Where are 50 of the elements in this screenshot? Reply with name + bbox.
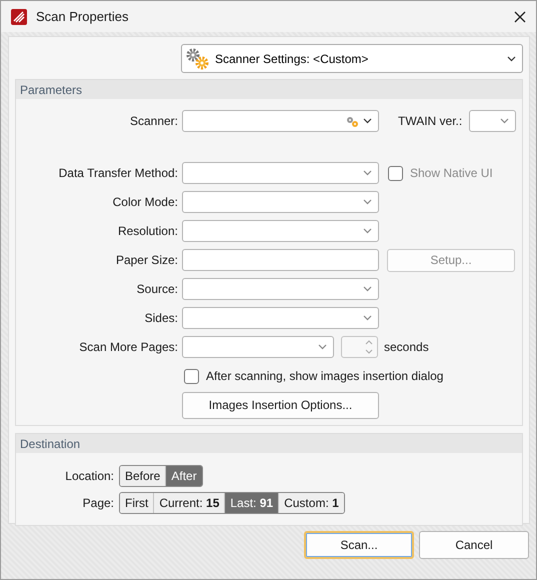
- segment-option[interactable]: After: [166, 466, 202, 486]
- dialog-button[interactable]: Cancel: [419, 531, 529, 559]
- dropdown[interactable]: [182, 162, 379, 184]
- field-label: Color Mode:: [112, 195, 178, 209]
- field-label: Data Transfer Method:: [58, 166, 178, 180]
- spinner-arrows-icon: [365, 339, 373, 355]
- segment-option[interactable]: Before: [120, 466, 166, 486]
- field-label: Scanner:: [128, 114, 178, 128]
- dropdown[interactable]: [182, 336, 334, 358]
- window-title: Scan Properties: [36, 9, 130, 24]
- caret-icon: [318, 344, 327, 350]
- gears-icon: [185, 46, 211, 70]
- images-insertion-options-button[interactable]: Images Insertion Options...: [182, 392, 379, 418]
- close-icon[interactable]: [514, 10, 526, 22]
- section-title: Parameters: [20, 82, 82, 96]
- field-label: Location:: [65, 469, 114, 483]
- field-label: Resolution:: [116, 224, 178, 238]
- field-label: Sides:: [144, 311, 178, 325]
- caret-icon: [363, 199, 372, 205]
- field-label: Page:: [82, 496, 114, 510]
- caret-icon: [363, 286, 372, 292]
- scanner-settings-dropdown[interactable]: Scanner Settings: <Custom>: [181, 44, 523, 73]
- caret-icon: [363, 315, 372, 321]
- gears-icon: [345, 114, 359, 128]
- caret-icon: [363, 228, 372, 234]
- caret-icon: [363, 170, 372, 176]
- checkbox-label: After scanning, show images insertion dialog: [206, 369, 444, 383]
- dropdown[interactable]: [182, 278, 379, 300]
- section-title: Destination: [20, 436, 80, 450]
- scanner-dropdown[interactable]: [182, 110, 379, 132]
- field-label: Scan More Pages:: [78, 340, 178, 354]
- segment-option[interactable]: Last: 91: [225, 493, 280, 513]
- caret-icon: [507, 56, 516, 62]
- field-label: Source:: [136, 282, 178, 296]
- segment-option[interactable]: First: [120, 493, 154, 513]
- twain-version-label: TWAIN ver.:: [398, 114, 462, 128]
- checkbox-label: Show Native UI: [410, 166, 493, 180]
- app-icon: [10, 8, 28, 26]
- caret-icon: [363, 118, 372, 124]
- caret-icon: [500, 118, 510, 124]
- field-label: Paper Size:: [114, 253, 178, 267]
- dropdown[interactable]: [182, 191, 379, 213]
- spin-field[interactable]: [341, 336, 378, 358]
- dropdown[interactable]: [182, 307, 379, 329]
- dialog-button[interactable]: Scan...: [304, 531, 414, 559]
- dropdown[interactable]: [182, 220, 379, 242]
- unit-label: seconds: [384, 340, 429, 354]
- twain-version-dropdown[interactable]: [469, 110, 516, 132]
- input-field[interactable]: [182, 249, 379, 271]
- checkbox[interactable]: [184, 368, 199, 384]
